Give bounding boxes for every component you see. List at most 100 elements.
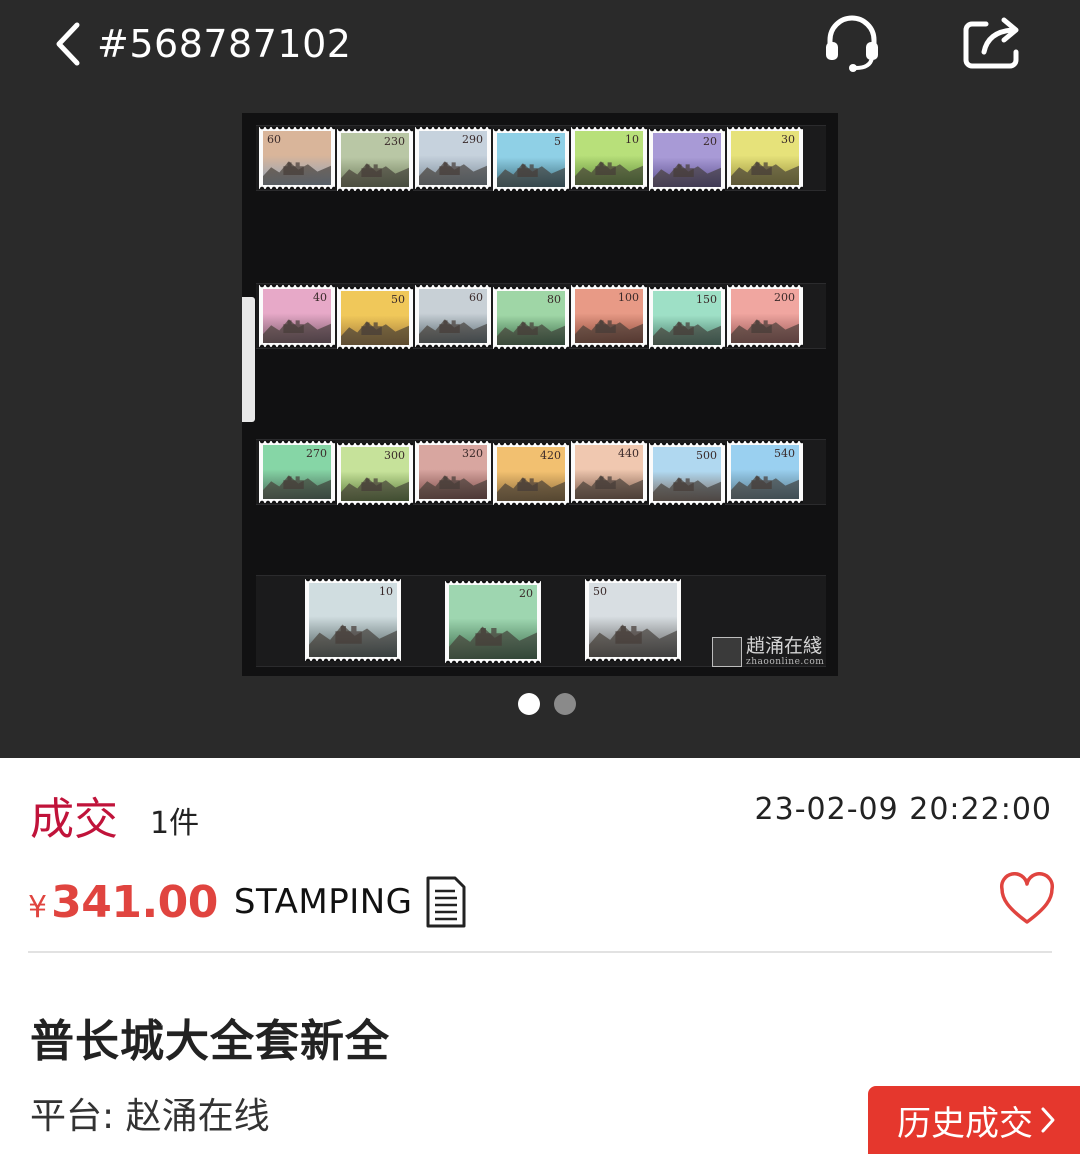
share-button[interactable]	[960, 12, 1026, 72]
stamp-art: 300	[341, 447, 409, 501]
stamp-denomination: 440	[618, 447, 639, 460]
deal-time: 23-02-09 20:22:00	[754, 792, 1052, 827]
price-row: ¥ 341.00 STAMPING	[28, 872, 467, 932]
page-dot-active[interactable]	[518, 693, 540, 715]
stamp: 230	[337, 129, 413, 191]
stamp-art: 80	[497, 291, 565, 345]
history-deals-label: 历史成交	[897, 1103, 1033, 1144]
stamp-art: 440	[575, 445, 643, 499]
stamp-art: 200	[731, 289, 799, 343]
product-image[interactable]: 60 230 290 5 10 20 30 40 50 60 80 100 150 200 270 300 32…	[242, 113, 838, 676]
favorite-button[interactable]	[998, 872, 1056, 926]
watermark: 趙涌在綫 zhaoonline.com	[712, 637, 824, 667]
stamp-art: 230	[341, 133, 409, 187]
pagination-dots	[518, 693, 576, 715]
stamp-denomination: 270	[306, 447, 327, 460]
page-dot[interactable]	[554, 693, 576, 715]
headset-icon	[826, 15, 878, 72]
stamp: 540	[727, 441, 803, 503]
stamp: 50	[585, 579, 681, 661]
stamp: 100	[571, 285, 647, 347]
stamp-denomination: 30	[781, 133, 795, 146]
stamp-denomination: 290	[462, 133, 483, 146]
stamp-denomination: 100	[618, 291, 639, 304]
stamp-art: 30	[731, 131, 799, 185]
stamp: 320	[415, 441, 491, 503]
customer-support-button[interactable]	[820, 10, 884, 74]
stamp-denomination: 80	[547, 293, 561, 306]
watermark-seal	[712, 637, 742, 667]
stamp: 40	[259, 285, 335, 347]
stamp: 500	[649, 443, 725, 505]
platform-label: 平台: 赵涌在线	[30, 1096, 270, 1137]
stamp-denomination: 20	[703, 135, 717, 148]
stamp-denomination: 50	[391, 293, 405, 306]
heart-icon	[1000, 872, 1054, 924]
document-icon[interactable]	[425, 875, 467, 929]
stamp-art: 290	[419, 131, 487, 185]
stamp-denomination: 60	[469, 291, 483, 304]
stamp-denomination: 230	[384, 135, 405, 148]
stamp-art: 20	[653, 133, 721, 187]
stamp: 200	[727, 285, 803, 347]
stamp: 10	[305, 579, 401, 661]
header-area: #568787102 60 230 290 5 10 20 30 40 50 60 80 100 150…	[0, 0, 1080, 758]
stamp: 80	[493, 287, 569, 349]
stamp: 5	[493, 129, 569, 191]
stamp-art: 5	[497, 133, 565, 187]
stamp-denomination: 500	[696, 449, 717, 462]
stamp: 10	[571, 127, 647, 189]
quantity-label: 1件	[150, 806, 200, 841]
stamp: 20	[649, 129, 725, 191]
stamp-denomination: 10	[379, 585, 393, 598]
stamp-denomination: 320	[462, 447, 483, 460]
stamp-art: 270	[263, 445, 331, 499]
stamp-denomination: 420	[540, 449, 561, 462]
stamp-art: 50	[589, 583, 677, 657]
stamp-denomination: 300	[384, 449, 405, 462]
stamp-denomination: 60	[267, 133, 281, 146]
chevron-left-icon	[56, 22, 80, 66]
stamp-denomination: 150	[696, 293, 717, 306]
stamp-denomination: 540	[774, 447, 795, 460]
stamp-denomination: 20	[519, 587, 533, 600]
stamp-art: 100	[575, 289, 643, 343]
stamp-art: 60	[263, 131, 331, 185]
source-tag: STAMPING	[233, 882, 413, 922]
stamp-denomination: 5	[554, 135, 561, 148]
stamp-denomination: 40	[313, 291, 327, 304]
stamp: 440	[571, 441, 647, 503]
price-value: 341.00	[51, 876, 218, 928]
stamp: 50	[337, 287, 413, 349]
stamp-art: 10	[575, 131, 643, 185]
watermark-url: zhaoonline.com	[746, 657, 825, 667]
stamp-art: 40	[263, 289, 331, 343]
stamp: 60	[415, 285, 491, 347]
deal-status: 成交	[30, 794, 118, 845]
currency-symbol: ¥	[28, 889, 48, 925]
stamp: 420	[493, 443, 569, 505]
stamp: 270	[259, 441, 335, 503]
stamp-art: 150	[653, 291, 721, 345]
stamp: 30	[727, 127, 803, 189]
stamp-art: 420	[497, 447, 565, 501]
stamp-denomination: 50	[593, 585, 607, 598]
stamp: 290	[415, 127, 491, 189]
stamp-art: 540	[731, 445, 799, 499]
stamp-art: 50	[341, 291, 409, 345]
item-title: 普长城大全套新全	[30, 1016, 390, 1067]
stamp-art: 320	[419, 445, 487, 499]
stamp-art: 500	[653, 447, 721, 501]
back-button[interactable]	[48, 20, 88, 68]
stamp-denomination: 200	[774, 291, 795, 304]
stamp-art: 20	[449, 585, 537, 659]
stamp: 20	[445, 581, 541, 663]
page-title: #568787102	[97, 22, 352, 66]
history-deals-button[interactable]: 历史成交	[868, 1086, 1080, 1154]
stamp: 60	[259, 127, 335, 189]
stamp-art: 60	[419, 289, 487, 343]
stamp: 150	[649, 287, 725, 349]
stamp-art: 10	[309, 583, 397, 657]
gallery-side-handle[interactable]	[242, 297, 255, 422]
share-icon	[963, 17, 1019, 69]
